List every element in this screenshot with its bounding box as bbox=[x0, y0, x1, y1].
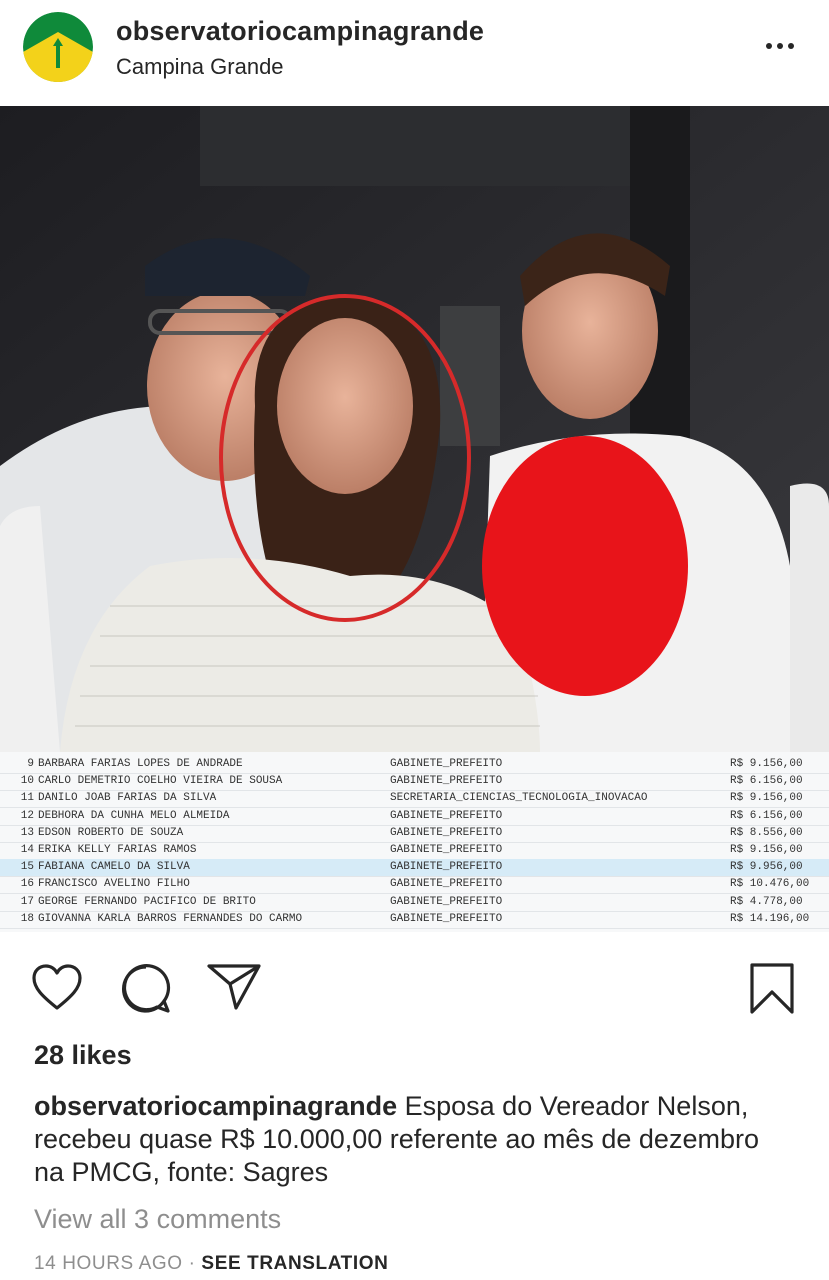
salary-value: R$ 9.156,00 bbox=[730, 758, 803, 770]
row-number: 9 bbox=[27, 758, 34, 770]
spreadsheet-row: 12 DEBHORA DA CUNHA MELO ALMEIDA GABINETE_… bbox=[0, 808, 829, 826]
employee-name: CARLO DEMETRIO COELHO VIEIRA DE SOUSA bbox=[38, 775, 283, 788]
spreadsheet-row: 17 GEORGE FERNANDO PACIFICO DE BRITO GABIN… bbox=[0, 894, 829, 912]
row-number: 18 bbox=[20, 912, 34, 925]
likes-count[interactable]: 28 likes bbox=[34, 1040, 132, 1071]
employee-name: DEBHORA DA CUNHA MELO ALMEIDA bbox=[38, 809, 230, 822]
row-number: 14 bbox=[20, 844, 34, 856]
more-options-icon[interactable] bbox=[760, 32, 800, 60]
spreadsheet-row: 18 GIOVANNA KARLA BARROS FERNANDES DO CAR… bbox=[0, 911, 829, 929]
see-translation-link[interactable]: SEE TRANSLATION bbox=[201, 1253, 388, 1274]
action-bar bbox=[0, 932, 829, 1042]
department: GABINETE_PREFEITO bbox=[390, 775, 503, 788]
salary-value: R$ 6.156,00 bbox=[730, 809, 803, 822]
employee-name: GIOVANNA KARLA BARROS FERNANDES DO CARMO bbox=[38, 912, 303, 925]
department: GABINETE_PREFEITO bbox=[390, 758, 503, 770]
post-location[interactable]: Campina Grande bbox=[116, 54, 284, 80]
employee-name: DANILO JOAB FARIAS DA SILVA bbox=[38, 792, 217, 805]
department: GABINETE_PREFEITO bbox=[390, 861, 503, 874]
post-meta: 14 HOURS AGO · SEE TRANSLATION bbox=[34, 1253, 388, 1275]
account-username[interactable]: observatoriocampinagrande bbox=[116, 16, 484, 47]
salary-value: R$ 9.956,00 bbox=[730, 861, 803, 874]
caption-username[interactable]: observatoriocampinagrande bbox=[34, 1091, 397, 1121]
post-caption: observatoriocampinagrande Esposa do Vere… bbox=[34, 1090, 794, 1189]
row-number: 13 bbox=[20, 826, 34, 839]
photo bbox=[0, 106, 829, 752]
row-number: 16 bbox=[20, 878, 34, 891]
department: GABINETE_PREFEITO bbox=[390, 809, 503, 822]
department: GABINETE_PREFEITO bbox=[390, 912, 503, 925]
comment-icon[interactable] bbox=[119, 962, 173, 1021]
row-number: 12 bbox=[20, 809, 34, 822]
spreadsheet-overlay: 9 BARBARA FARIAS LOPES DE ANDRADE GABINETE… bbox=[0, 752, 829, 932]
spreadsheet-row: 10 CARLO DEMETRIO COELHO VIEIRA DE SOUSA G… bbox=[0, 773, 829, 792]
view-comments-link[interactable]: View all 3 comments bbox=[34, 1204, 281, 1235]
spreadsheet-row: 9 BARBARA FARIAS LOPES DE ANDRADE GABINETE… bbox=[0, 756, 829, 774]
department: GABINETE_PREFEITO bbox=[390, 844, 503, 856]
employee-name: FRANCISCO AVELINO FILHO bbox=[38, 878, 190, 891]
row-number: 15 bbox=[20, 861, 34, 874]
salary-value: R$ 6.156,00 bbox=[730, 775, 803, 788]
employee-name: ERIKA KELLY FARIAS RAMOS bbox=[38, 844, 197, 856]
employee-name: FABIANA CAMELO DA SILVA bbox=[38, 861, 190, 874]
post-header: observatoriocampinagrande Campina Grande bbox=[0, 0, 829, 106]
row-number: 17 bbox=[20, 895, 34, 908]
department: GABINETE_PREFEITO bbox=[390, 895, 503, 908]
salary-value: R$ 14.196,00 bbox=[730, 912, 810, 925]
spreadsheet-row: 16 FRANCISCO AVELINO FILHO GABINETE_PREFEI… bbox=[0, 876, 829, 895]
department: GABINETE_PREFEITO bbox=[390, 878, 503, 891]
employee-name: BARBARA FARIAS LOPES DE ANDRADE bbox=[38, 758, 243, 770]
salary-value: R$ 8.556,00 bbox=[730, 826, 803, 839]
salary-value: R$ 9.156,00 bbox=[730, 792, 803, 805]
bookmark-icon[interactable] bbox=[748, 962, 796, 1021]
salary-value: R$ 9.156,00 bbox=[730, 844, 803, 856]
row-number: 11 bbox=[20, 792, 34, 805]
employee-name: GEORGE FERNANDO PACIFICO DE BRITO bbox=[38, 895, 256, 908]
share-icon[interactable] bbox=[205, 962, 263, 1017]
spreadsheet-row: 11 DANILO JOAB FARIAS DA SILVA SECRETARIA_… bbox=[0, 790, 829, 809]
salary-value: R$ 10.476,00 bbox=[730, 878, 810, 891]
salary-value: R$ 4.778,00 bbox=[730, 895, 803, 908]
face-redaction-blob bbox=[482, 436, 688, 696]
post-image[interactable]: 9 BARBARA FARIAS LOPES DE ANDRADE GABINETE… bbox=[0, 106, 829, 932]
employee-name: EDSON ROBERTO DE SOUZA bbox=[38, 826, 184, 839]
post-timestamp: 14 HOURS AGO bbox=[34, 1253, 183, 1274]
department: GABINETE_PREFEITO bbox=[390, 826, 503, 839]
meta-separator: · bbox=[188, 1253, 196, 1274]
heart-icon[interactable] bbox=[30, 962, 84, 1017]
spreadsheet-row: 14 ERIKA KELLY FARIAS RAMOS GABINETE_PREFE… bbox=[0, 842, 829, 860]
avatar-logo-icon bbox=[23, 12, 93, 82]
row-number: 10 bbox=[20, 775, 34, 788]
avatar[interactable] bbox=[23, 12, 93, 82]
spreadsheet-row: 15 FABIANA CAMELO DA SILVA GABINETE_PREFEI… bbox=[0, 859, 829, 878]
spreadsheet-row: 13 EDSON ROBERTO DE SOUZA GABINETE_PREFEIT… bbox=[0, 825, 829, 843]
department: SECRETARIA_CIENCIAS_TECNOLOGIA_INOVACAO bbox=[390, 792, 648, 805]
